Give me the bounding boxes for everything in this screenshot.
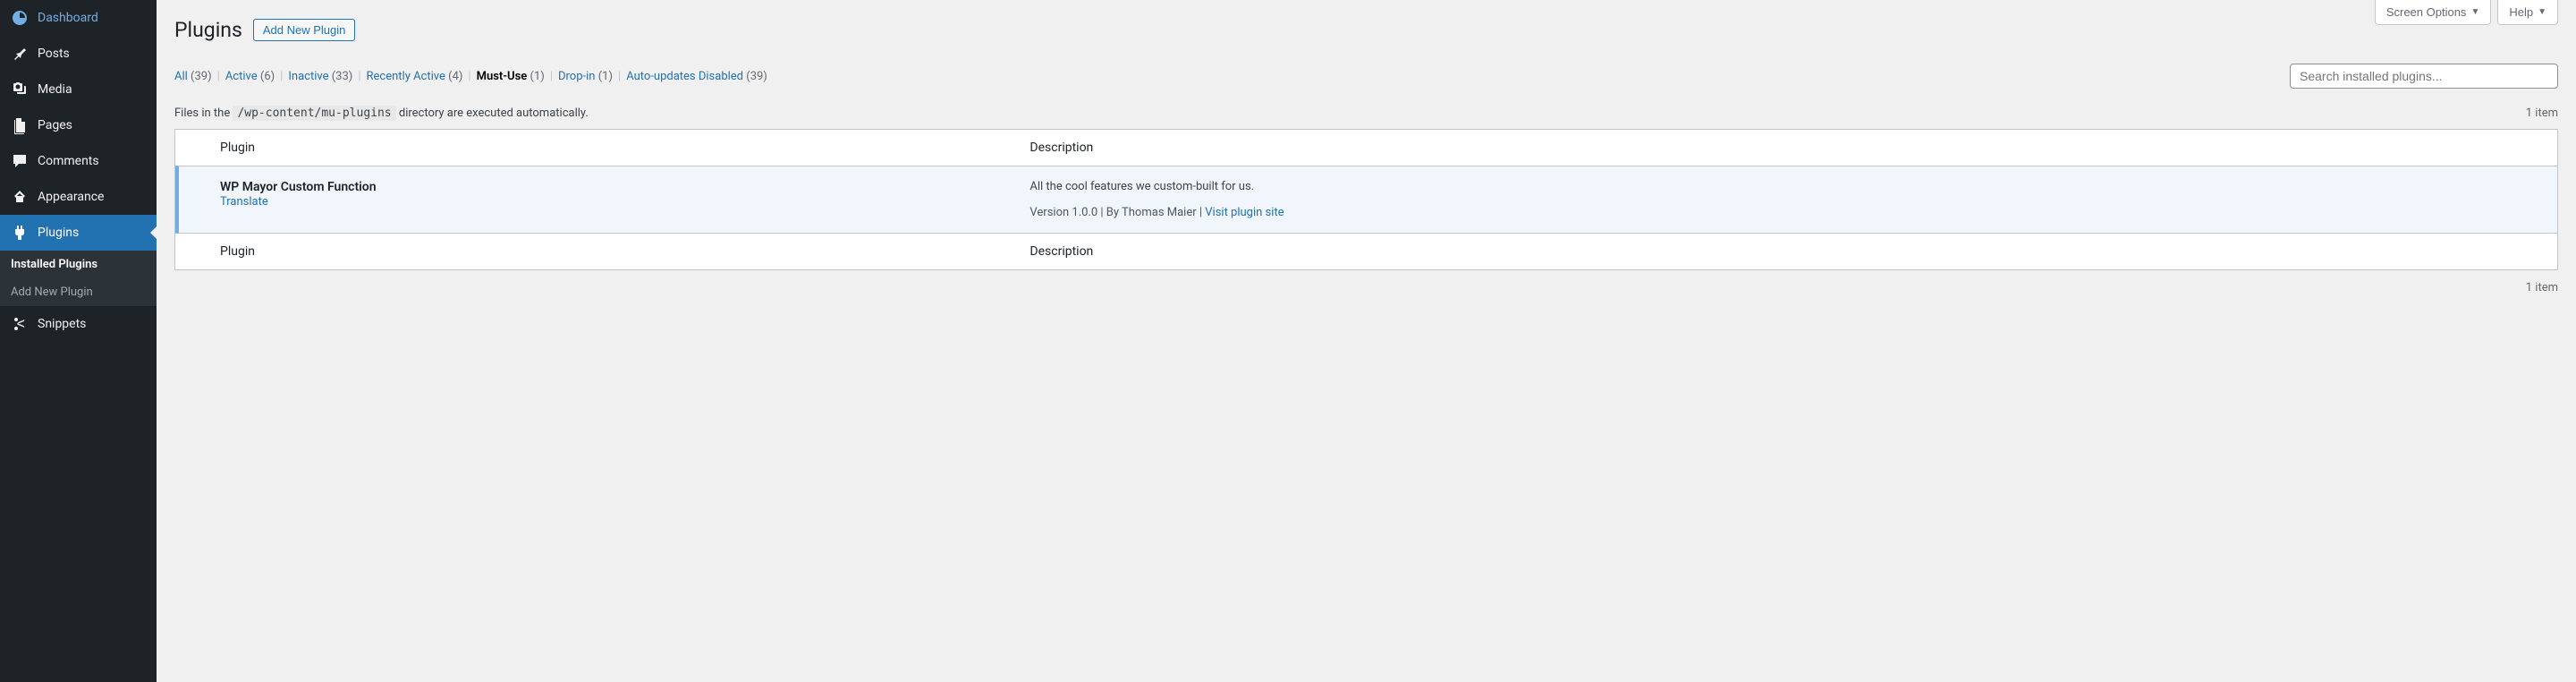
- check-cell: [175, 166, 211, 234]
- filter-separator: |: [550, 70, 553, 83]
- comments-icon: [11, 152, 29, 170]
- sidebar-item-pages[interactable]: Pages: [0, 107, 157, 143]
- plugin-description: All the cool features we custom-built fo…: [1030, 180, 2548, 193]
- search-box: [2290, 64, 2558, 89]
- plugin-meta: Version 1.0.0 | By Thomas Maier | Visit …: [1030, 206, 2548, 219]
- visit-plugin-site-link[interactable]: Visit plugin site: [1205, 206, 1284, 219]
- dir-note-prefix: Files in the: [174, 107, 233, 120]
- sidebar-item-label: Pages: [38, 118, 72, 132]
- filter-auto-updates-disabled[interactable]: Auto-updates Disabled: [626, 70, 743, 83]
- check-column-header: [175, 130, 211, 166]
- description-cell: All the cool features we custom-built fo…: [1021, 166, 2557, 234]
- dir-note-code: /wp-content/mu-plugins: [233, 106, 395, 121]
- description-column-header: Description: [1021, 130, 2557, 166]
- media-icon: [11, 81, 29, 98]
- filter-active-count: (6): [260, 70, 275, 83]
- plugins-submenu: Installed Plugins Add New Plugin: [0, 251, 157, 306]
- dir-note-suffix: directory are executed automatically.: [399, 107, 589, 120]
- sidebar-item-comments[interactable]: Comments: [0, 143, 157, 179]
- caret-down-icon: ▼: [2470, 7, 2479, 17]
- directory-note: Files in the /wp-content/mu-plugins dire…: [174, 107, 589, 120]
- help-button[interactable]: Help ▼: [2497, 0, 2558, 25]
- plugins-icon: [11, 224, 29, 242]
- filter-separator: |: [217, 70, 220, 83]
- translate-link[interactable]: Translate: [220, 195, 268, 209]
- sidebar-item-label: Posts: [38, 47, 70, 61]
- plugin-cell: WP Mayor Custom Function Translate: [211, 166, 1021, 234]
- filter-separator: |: [358, 70, 360, 83]
- plugin-name: WP Mayor Custom Function: [220, 180, 1012, 194]
- filter-drop-in-count: (1): [598, 70, 613, 83]
- items-count-bottom: 1 item: [174, 281, 2558, 294]
- filter-all-count: (39): [191, 70, 212, 83]
- sidebar-item-label: Dashboard: [38, 11, 98, 25]
- check-column-footer: [175, 234, 211, 269]
- submenu-installed-plugins[interactable]: Installed Plugins: [0, 251, 157, 278]
- appearance-icon: [11, 188, 29, 206]
- filter-must-use[interactable]: Must-Use: [477, 70, 528, 83]
- screen-options-button[interactable]: Screen Options ▼: [2375, 0, 2492, 25]
- sidebar-item-label: Snippets: [38, 317, 86, 331]
- table-row: WP Mayor Custom Function Translate All t…: [175, 166, 2557, 234]
- description-column-footer: Description: [1021, 234, 2557, 269]
- search-input[interactable]: [2290, 64, 2558, 89]
- filter-inactive-count: (33): [332, 70, 353, 83]
- plugin-column-footer: Plugin: [211, 234, 1021, 269]
- plugin-filters: All (39) | Active (6) | Inactive (33) | …: [174, 70, 767, 83]
- filter-all[interactable]: All: [174, 70, 188, 83]
- help-label: Help: [2509, 5, 2533, 19]
- sidebar-item-dashboard[interactable]: Dashboard: [0, 0, 157, 36]
- sidebar-item-snippets[interactable]: Snippets: [0, 306, 157, 342]
- plugin-author: By Thomas Maier: [1106, 206, 1197, 219]
- filter-active[interactable]: Active: [225, 70, 258, 83]
- filter-drop-in[interactable]: Drop-in: [558, 70, 595, 83]
- filter-inactive[interactable]: Inactive: [288, 70, 328, 83]
- filter-separator: |: [468, 70, 470, 83]
- pages-icon: [11, 116, 29, 134]
- submenu-add-new-plugin[interactable]: Add New Plugin: [0, 278, 157, 306]
- directory-note-row: Files in the /wp-content/mu-plugins dire…: [174, 107, 2558, 120]
- filter-separator: |: [280, 70, 283, 83]
- sidebar-item-plugins[interactable]: Plugins: [0, 215, 157, 251]
- page-title: Plugins: [174, 18, 242, 42]
- sidebar-item-label: Plugins: [38, 226, 79, 240]
- sidebar-item-label: Media: [38, 82, 72, 97]
- items-count-top: 1 item: [2526, 107, 2558, 120]
- filter-must-use-count: (1): [530, 70, 545, 83]
- snippets-icon: [11, 315, 29, 333]
- top-right-buttons: Screen Options ▼ Help ▼: [2375, 0, 2558, 25]
- filter-separator: |: [618, 70, 621, 83]
- pin-icon: [11, 45, 29, 63]
- screen-options-label: Screen Options: [2386, 5, 2467, 19]
- page-heading: Plugins Add New Plugin: [174, 0, 2558, 42]
- admin-sidebar: Dashboard Posts Media Pages Comments App…: [0, 0, 157, 682]
- filter-recently-active[interactable]: Recently Active: [367, 70, 445, 83]
- plugin-version: Version 1.0.0: [1030, 206, 1097, 219]
- plugins-table: Plugin Description WP Mayor Custom Funct…: [174, 129, 2558, 270]
- add-new-plugin-button[interactable]: Add New Plugin: [253, 19, 356, 41]
- plugin-column-header: Plugin: [211, 130, 1021, 166]
- filter-recently-active-count: (4): [448, 70, 462, 83]
- main-content: Screen Options ▼ Help ▼ Plugins Add New …: [157, 0, 2576, 682]
- sidebar-item-label: Appearance: [38, 190, 104, 204]
- caret-down-icon: ▼: [2538, 7, 2546, 17]
- filter-row: All (39) | Active (6) | Inactive (33) | …: [174, 64, 2558, 89]
- sidebar-item-posts[interactable]: Posts: [0, 36, 157, 72]
- sidebar-item-label: Comments: [38, 154, 99, 168]
- sidebar-item-media[interactable]: Media: [0, 72, 157, 107]
- dashboard-icon: [11, 9, 29, 27]
- filter-auto-updates-count: (39): [746, 70, 767, 83]
- sidebar-item-appearance[interactable]: Appearance: [0, 179, 157, 215]
